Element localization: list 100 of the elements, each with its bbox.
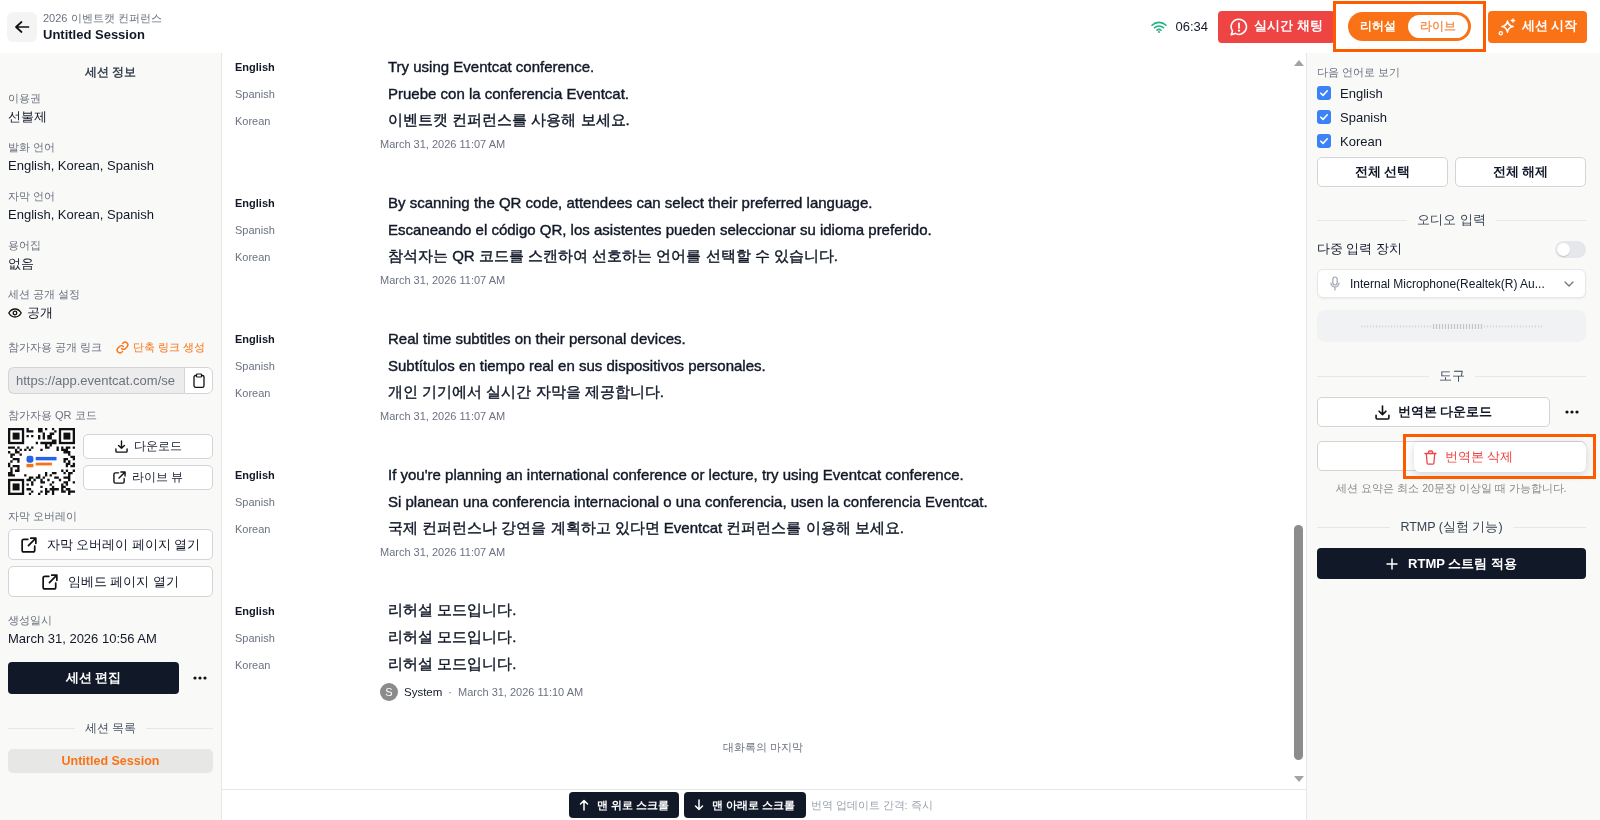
- transcript-line: 이벤트캣 컨퍼런스를 사용해 보세요.: [388, 111, 630, 130]
- timestamp: March 31, 2026 11:07 AM: [380, 409, 506, 424]
- language-label: English: [235, 196, 276, 209]
- field-value: 선불제: [8, 108, 48, 126]
- field-label: 다음 언어로 보기: [1317, 65, 1402, 79]
- field-label: 참가자용 QR 코드: [8, 408, 98, 422]
- link-icon: [115, 340, 129, 354]
- back-arrow-icon: [15, 20, 29, 33]
- select-button[interactable]: 전체 선택: [1317, 157, 1448, 187]
- language-label: Korean: [235, 250, 272, 263]
- language-label: English: [235, 468, 276, 481]
- timestamp: March 31, 2026 11:10 AM: [458, 686, 584, 698]
- session-title: Untitled Session: [43, 25, 146, 43]
- live-chat-button[interactable]: 실시간 채팅: [1218, 10, 1335, 43]
- field-label: 다중 입력 장치: [1317, 240, 1402, 258]
- hint-text: 세션 요약은 최소 20문장 이상일 때 가능합니다.: [1336, 482, 1567, 494]
- trash-icon: [1424, 449, 1437, 465]
- separator: ·: [448, 686, 452, 698]
- field-value: English, Korean, Spanish: [8, 157, 155, 175]
- download-translation-button[interactable]: 번역본 다운로드: [1317, 397, 1550, 427]
- scroll-up-arrow-icon[interactable]: [1293, 60, 1304, 66]
- transcript-line: 리허설 모드입니다.: [388, 601, 517, 620]
- edit-session-button[interactable]: 세션 편집: [8, 662, 179, 694]
- section-title: 세션 목록: [84, 719, 137, 737]
- open-page-button[interactable]: 임베드 페이지 열기: [8, 566, 213, 597]
- checkbox-icon[interactable]: [1317, 110, 1331, 124]
- timestamp: March 31, 2026 11:07 AM: [380, 545, 506, 560]
- wifi-signal-icon: [1151, 20, 1168, 33]
- clock-time: 06:34: [1175, 19, 1209, 34]
- back-button[interactable]: [7, 11, 37, 42]
- transcript-line: 리허설 모드입니다.: [388, 655, 517, 674]
- end-of-transcript-label: 대화록의 마지막: [722, 740, 804, 755]
- microphone-icon: [1330, 276, 1340, 291]
- speaker-name: System: [404, 686, 443, 698]
- field-label: 자막 언어: [8, 189, 57, 203]
- scroll-down-arrow-icon[interactable]: [1293, 776, 1304, 782]
- section-title: 세션 정보: [83, 65, 138, 80]
- device-dropdown[interactable]: Internal Microphone(Realtek(R) Au...: [1317, 269, 1586, 298]
- select-button[interactable]: 전체 해제: [1455, 157, 1586, 187]
- checkbox-label: Korean: [1340, 133, 1382, 149]
- field-value: 없음: [8, 255, 35, 273]
- transcript-line: 리허설 모드입니다.: [388, 628, 517, 647]
- checkbox-icon[interactable]: [1317, 86, 1331, 100]
- timestamp: March 31, 2026 11:07 AM: [380, 137, 506, 152]
- section-title: 오디오 입력: [1417, 211, 1486, 229]
- more-icon[interactable]: [1565, 410, 1579, 414]
- transcript-line: 개인 기기에서 실시간 자막을 제공합니다.: [388, 383, 664, 402]
- clipboard-icon: [192, 373, 205, 388]
- language-label: English: [235, 604, 276, 617]
- timestamp: March 31, 2026 11:07 AM: [380, 273, 506, 288]
- scrollbar-thumb[interactable]: [1294, 525, 1303, 760]
- plus-icon: [1386, 557, 1399, 570]
- event-name: 2026 이벤트캣 컨퍼런스: [43, 10, 162, 25]
- more-icon[interactable]: [193, 676, 207, 680]
- copy-button[interactable]: [184, 367, 213, 394]
- sidebar-button[interactable]: 라이브 뷰: [83, 465, 213, 490]
- sidebar-button[interactable]: 다운로드: [83, 434, 213, 459]
- field-value: March 31, 2026 10:56 AM: [8, 630, 158, 648]
- avatar: S: [380, 683, 398, 701]
- field-label: 발화 언어: [8, 140, 57, 154]
- chevron-down-icon: [1564, 280, 1574, 287]
- toggle-switch[interactable]: [1555, 240, 1586, 258]
- language-label: English: [235, 332, 276, 345]
- language-label: Korean: [235, 114, 272, 127]
- transcript-line: By scanning the QR code, attendees can select their preferred language.: [388, 194, 873, 211]
- chat-alert-icon: [1230, 17, 1249, 36]
- language-label: Spanish: [235, 87, 276, 100]
- url-field[interactable]: https://app.eventcat.com/se: [8, 367, 184, 394]
- checkbox-label: English: [1340, 85, 1383, 101]
- language-label: English: [235, 60, 276, 73]
- update-interval-text: 번역 업데이트 간격: 즉시: [810, 797, 933, 813]
- open-page-button[interactable]: 자막 오버레이 페이지 열기: [8, 529, 213, 560]
- field-label: 세션 공개 설정: [8, 287, 82, 301]
- transcript-line: Real time subtitles on their personal devices.: [388, 330, 686, 347]
- language-label: Korean: [235, 386, 272, 399]
- language-label: Spanish: [235, 631, 276, 644]
- external-link-icon: [20, 536, 37, 553]
- transcript-line: Try using Eventcat conference.: [388, 58, 595, 75]
- menu-item[interactable]: 번역본 삭제: [1424, 448, 1514, 466]
- section-title: 도구: [1438, 367, 1465, 385]
- transcript-line: Subtítulos en tiempo real en sus dispositivos personales.: [388, 357, 766, 374]
- arrow-up-icon: [579, 799, 590, 811]
- external-link-icon: [41, 573, 58, 590]
- field-label: 참가자용 공개 링크: [8, 340, 103, 354]
- download-icon: [1374, 404, 1390, 420]
- checkbox-icon[interactable]: [1317, 134, 1331, 148]
- language-label: Korean: [235, 522, 272, 535]
- transcript-line: Pruebe con la conferencia Eventcat.: [388, 85, 629, 102]
- language-label: Spanish: [235, 223, 276, 236]
- scroll-button[interactable]: 맨 위로 스크롤: [569, 792, 680, 818]
- scroll-button[interactable]: 맨 아래로 스크롤: [684, 792, 806, 818]
- qr-code-drawing: [8, 428, 75, 495]
- rtmp-stream-button[interactable]: RTMP 스트림 적용: [1317, 548, 1586, 579]
- language-label: Spanish: [235, 359, 276, 372]
- field-label: 이용권: [8, 91, 42, 105]
- transcript-line: If you're planning an international conference or lecture, try using Eventcat conference.: [388, 466, 964, 483]
- field-value: English, Korean, Spanish: [8, 206, 155, 224]
- field-label: 생성일시: [8, 613, 53, 627]
- transcript-line: 참석자는 QR 코드를 스캔하여 선호하는 언어를 선택할 수 있습니다.: [388, 247, 838, 266]
- sparkle-icon: [1497, 17, 1516, 36]
